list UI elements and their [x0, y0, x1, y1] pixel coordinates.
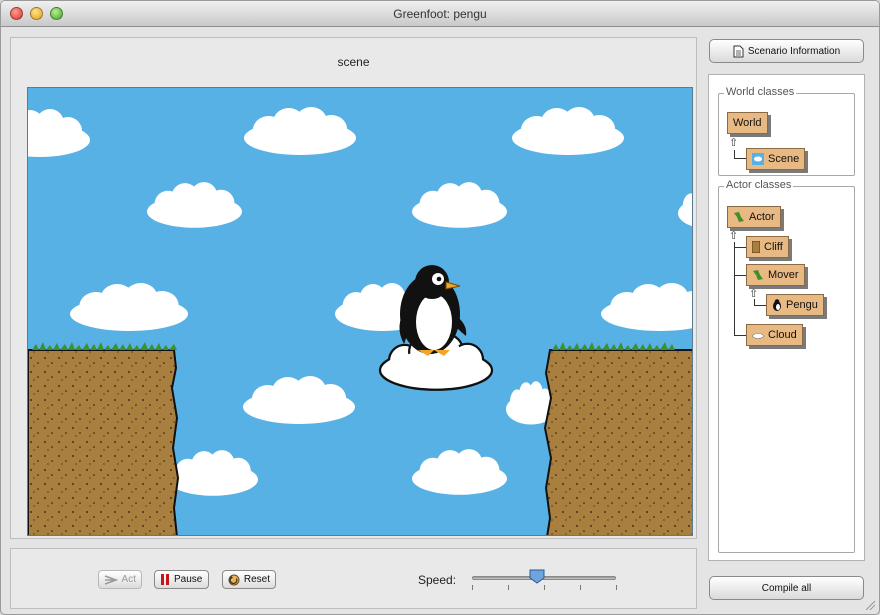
cloud [512, 107, 624, 155]
world-name-label: scene [337, 55, 370, 69]
tree-line [734, 242, 735, 336]
document-icon [733, 45, 744, 57]
class-mover[interactable]: Mover [746, 264, 805, 286]
greenfoot-window: Greenfoot: pengu scene Act Pause Reset S… [0, 0, 880, 615]
window-title: Greenfoot: pengu [393, 7, 487, 21]
class-mover-label: Mover [768, 269, 799, 281]
speed-tick [580, 585, 581, 590]
world-view[interactable] [27, 87, 693, 536]
class-pengu-label: Pengu [786, 299, 818, 311]
class-scene[interactable]: Scene [746, 148, 806, 170]
tree-line [734, 247, 746, 248]
tree-line [734, 275, 746, 276]
act-arrow-icon [104, 574, 118, 585]
reset-button[interactable]: Reset [222, 570, 276, 589]
inheritance-arrow-icon: ⇧ [729, 230, 739, 242]
class-cloud-label: Cloud [768, 329, 797, 341]
world-canvas [28, 107, 692, 535]
class-world-label: World [733, 117, 762, 129]
cloud [70, 283, 188, 331]
speed-slider-thumb[interactable] [529, 569, 545, 584]
cloud [168, 450, 258, 496]
cloud [678, 185, 692, 229]
mover-class-icon [753, 270, 763, 280]
act-label: Act [121, 574, 136, 585]
class-scene-label: Scene [768, 153, 800, 165]
class-actor-label: Actor [749, 211, 775, 223]
act-button[interactable]: Act [98, 570, 142, 589]
class-browser: World classes World ⇧ Scene Actor classe… [708, 74, 865, 561]
speed-tick [544, 585, 545, 590]
speed-tick [472, 585, 473, 590]
reset-label: Reset [243, 574, 270, 585]
class-cloud[interactable]: Cloud [746, 324, 803, 346]
cloud [243, 376, 355, 424]
scene-class-icon [752, 153, 764, 165]
cloud [601, 283, 692, 331]
class-pengu[interactable]: Pengu [766, 294, 824, 316]
world-panel: scene [10, 37, 697, 539]
actor-class-icon [734, 212, 744, 222]
cloud [412, 449, 507, 495]
compile-all-button[interactable]: Compile all [709, 576, 864, 600]
actor-classes-group: Actor classes Actor ⇧ Cliff Mover ⇧ Peng… [718, 179, 855, 553]
cliff-class-icon [752, 241, 760, 253]
inheritance-arrow-icon: ⇧ [729, 137, 739, 149]
tree-line [734, 335, 746, 336]
title-bar: Greenfoot: pengu [1, 1, 879, 27]
cliff-left [28, 342, 180, 535]
cloud [412, 182, 507, 228]
tree-line [754, 305, 766, 306]
execution-controls: Act Pause Reset Speed: [10, 548, 697, 609]
speed-label: Speed: [418, 573, 457, 587]
class-cliff[interactable]: Cliff [746, 236, 789, 258]
scenario-information-button[interactable]: Scenario Information [709, 39, 864, 63]
reset-icon [228, 574, 240, 585]
cloud-class-icon [752, 333, 764, 339]
class-actor[interactable]: Actor [727, 206, 781, 228]
pause-button[interactable]: Pause [154, 570, 209, 589]
cloud [147, 182, 242, 228]
scenario-information-label: Scenario Information [747, 45, 841, 57]
compile-all-label: Compile all [761, 582, 812, 594]
cloud [28, 109, 90, 157]
world-classes-title: World classes [724, 86, 797, 98]
pengu-class-icon [773, 299, 781, 311]
tree-line [734, 158, 746, 159]
speed-tick [616, 585, 617, 590]
actor-classes-title: Actor classes [724, 179, 794, 191]
speed-tick [508, 585, 509, 590]
cloud [244, 107, 356, 155]
tree-line [734, 150, 735, 158]
class-cliff-label: Cliff [764, 241, 783, 253]
pause-label: Pause [174, 574, 203, 585]
world-classes-group: World classes World ⇧ Scene [718, 86, 855, 176]
pause-icon [161, 574, 169, 585]
resize-grip-icon[interactable] [865, 600, 875, 610]
cliff-right [543, 342, 692, 535]
class-world[interactable]: World [727, 112, 768, 134]
